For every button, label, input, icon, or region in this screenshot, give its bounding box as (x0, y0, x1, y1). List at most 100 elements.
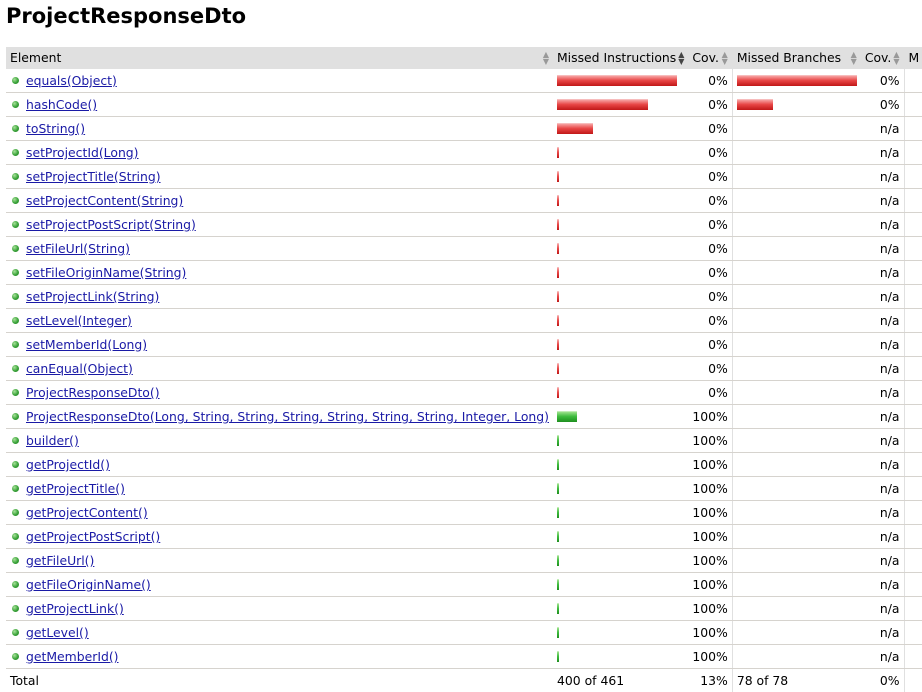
table-row: getProjectLink()100%n/a (6, 597, 922, 621)
missed-instructions-cell (553, 165, 688, 189)
method-link[interactable]: getMemberId() (26, 649, 119, 664)
instruction-bar (557, 579, 684, 591)
table-row: ProjectResponseDto()0%n/a (6, 381, 922, 405)
element-cell-content: canEqual(Object) (10, 361, 549, 376)
header-element[interactable]: Element ▲▼ (6, 47, 553, 69)
method-link[interactable]: hashCode() (26, 97, 97, 112)
table-row: setProjectPostScript(String)0%n/a (6, 213, 922, 237)
instr-cov-cell: 0% (688, 285, 732, 309)
method-link[interactable]: setProjectLink(String) (26, 289, 159, 304)
more-cell (904, 69, 922, 93)
instr-cov-cell: 0% (688, 93, 732, 117)
instr-cov-cell: 100% (688, 429, 732, 453)
element-cell: getMemberId() (6, 645, 553, 669)
method-link[interactable]: canEqual(Object) (26, 361, 133, 376)
missed-bar (557, 171, 559, 182)
totals-label: Total (6, 669, 553, 692)
instr-cov-cell: 0% (688, 261, 732, 285)
missed-instructions-cell (553, 549, 688, 573)
element-cell: equals(Object) (6, 69, 553, 93)
totals-missed-instructions: 400 of 461 (553, 669, 688, 692)
method-link[interactable]: getProjectId() (26, 457, 110, 472)
missed-instructions-cell (553, 525, 688, 549)
missed-branches-cell (732, 309, 861, 333)
element-cell: setLevel(Integer) (6, 309, 553, 333)
method-link[interactable]: setLevel(Integer) (26, 313, 132, 328)
header-missed-instructions[interactable]: Missed Instructions ▲▼ (553, 47, 688, 69)
method-public-icon (12, 77, 19, 84)
instr-cov-cell: 0% (688, 213, 732, 237)
missed-branches-cell (732, 357, 861, 381)
branch-cov-cell: n/a (861, 501, 904, 525)
method-link[interactable]: setProjectTitle(String) (26, 169, 161, 184)
method-link[interactable]: setProjectContent(String) (26, 193, 183, 208)
header-instr-cov[interactable]: Cov. ▲▼ (688, 47, 732, 69)
instruction-bar (557, 363, 684, 375)
missed-instructions-cell (553, 309, 688, 333)
element-cell-content: ProjectResponseDto(Long, String, String,… (10, 409, 549, 424)
branch-bar (737, 627, 857, 639)
header-branch-cov[interactable]: Cov. ▲▼ (861, 47, 904, 69)
method-public-icon (12, 485, 19, 492)
method-link[interactable]: getFileUrl() (26, 553, 94, 568)
method-link[interactable]: setProjectPostScript(String) (26, 217, 196, 232)
more-cell (904, 93, 922, 117)
branch-bar (737, 195, 857, 207)
missed-branches-cell (732, 117, 861, 141)
element-cell-content: getLevel() (10, 625, 549, 640)
branch-cov-cell: n/a (861, 285, 904, 309)
method-link[interactable]: getProjectContent() (26, 505, 148, 520)
method-link[interactable]: ProjectResponseDto() (26, 385, 160, 400)
instruction-bar (557, 123, 684, 135)
more-cell (904, 237, 922, 261)
missed-branches-cell (732, 405, 861, 429)
method-link[interactable]: setFileUrl(String) (26, 241, 130, 256)
method-link[interactable]: ProjectResponseDto(Long, String, String,… (26, 409, 549, 424)
method-link[interactable]: setProjectId(Long) (26, 145, 139, 160)
missed-bar (557, 219, 559, 230)
instruction-bar (557, 435, 684, 447)
method-public-icon (12, 581, 19, 588)
missed-branches-cell (732, 549, 861, 573)
method-public-icon (12, 533, 19, 540)
missed-bar (557, 387, 559, 398)
element-cell: setProjectTitle(String) (6, 165, 553, 189)
method-link[interactable]: toString() (26, 121, 85, 136)
branch-bar (737, 507, 857, 519)
missed-instructions-cell (553, 285, 688, 309)
method-link[interactable]: getFileOriginName() (26, 577, 151, 592)
branch-cov-cell: n/a (861, 645, 904, 669)
totals-row: Total 400 of 461 13% 78 of 78 0% (6, 669, 922, 692)
more-cell (904, 501, 922, 525)
method-public-icon (12, 629, 19, 636)
header-more[interactable]: M (904, 47, 922, 69)
element-cell-content: getFileOriginName() (10, 577, 549, 592)
more-cell (904, 525, 922, 549)
element-cell-content: toString() (10, 121, 549, 136)
sort-icon: ▲▼ (851, 51, 857, 65)
method-link[interactable]: getLevel() (26, 625, 89, 640)
branch-bar (737, 579, 857, 591)
more-cell (904, 645, 922, 669)
missed-bar (557, 243, 559, 254)
sort-desc-icon: ▲▼ (678, 51, 684, 65)
element-cell-content: hashCode() (10, 97, 549, 112)
branch-cov-cell: n/a (861, 189, 904, 213)
method-link[interactable]: setMemberId(Long) (26, 337, 147, 352)
missed-branches-cell (732, 573, 861, 597)
instr-cov-cell: 100% (688, 453, 732, 477)
method-public-icon (12, 125, 19, 132)
element-cell: setProjectId(Long) (6, 141, 553, 165)
element-cell-content: setFileOriginName(String) (10, 265, 549, 280)
method-link[interactable]: equals(Object) (26, 73, 117, 88)
element-cell-content: getProjectTitle() (10, 481, 549, 496)
method-link[interactable]: builder() (26, 433, 79, 448)
branch-cov-cell: 0% (861, 93, 904, 117)
method-link[interactable]: getProjectPostScript() (26, 529, 160, 544)
more-cell (904, 549, 922, 573)
method-link[interactable]: getProjectLink() (26, 601, 124, 616)
method-link[interactable]: setFileOriginName(String) (26, 265, 186, 280)
header-missed-branches[interactable]: Missed Branches ▲▼ (732, 47, 861, 69)
method-link[interactable]: getProjectTitle() (26, 481, 125, 496)
element-cell: toString() (6, 117, 553, 141)
